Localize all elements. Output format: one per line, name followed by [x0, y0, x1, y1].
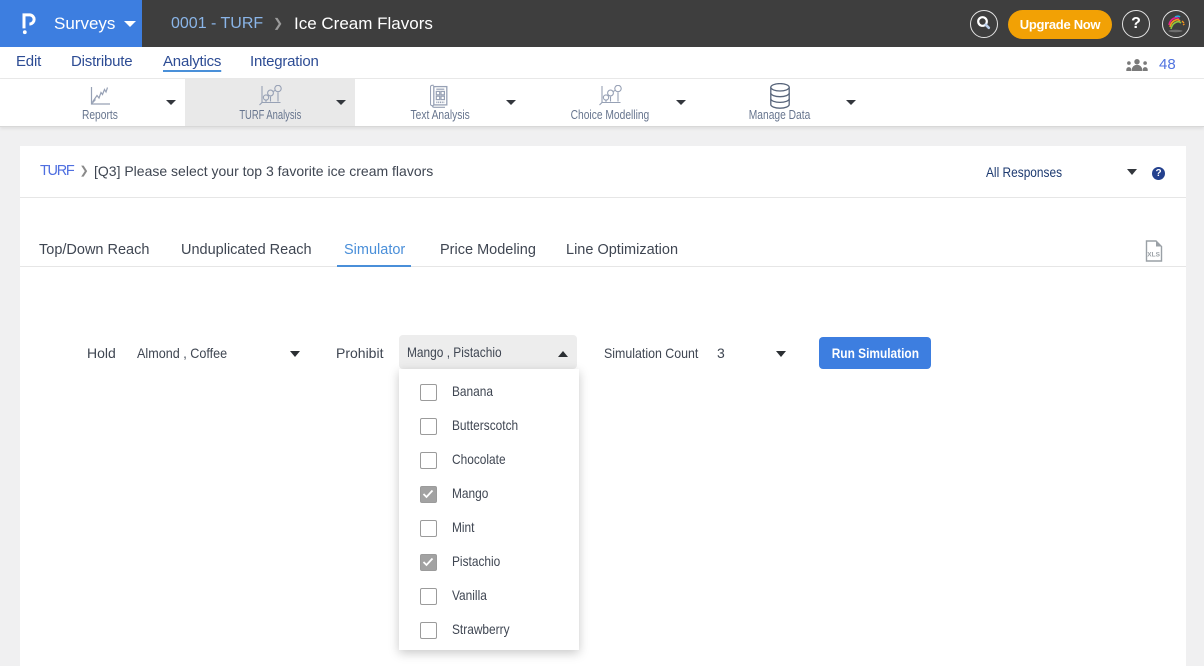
svg-text:XLS: XLS: [1147, 252, 1160, 259]
